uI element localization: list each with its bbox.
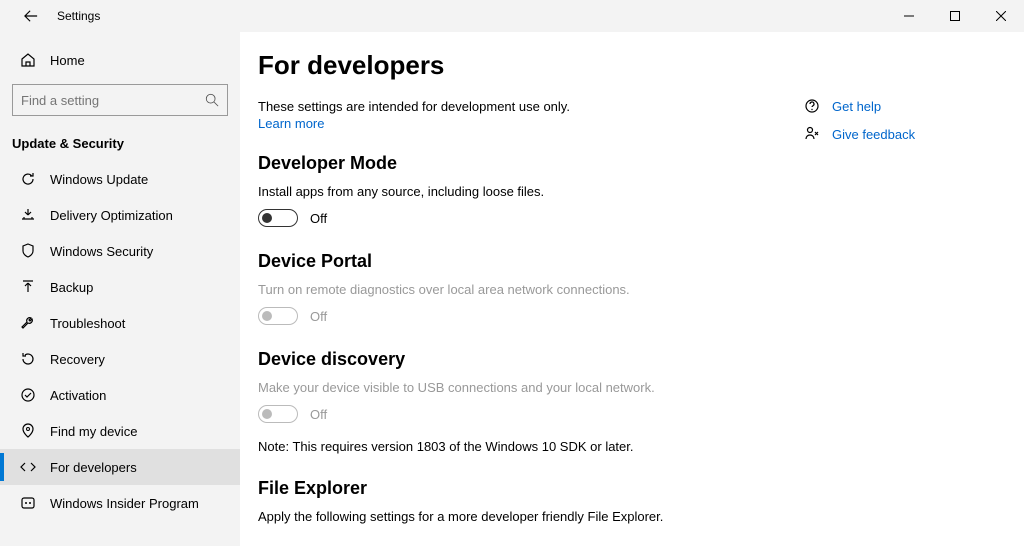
maximize-button[interactable]: [932, 0, 978, 32]
recovery-icon: [20, 351, 36, 367]
learn-more-link[interactable]: Learn more: [258, 116, 324, 131]
give-feedback-link[interactable]: Give feedback: [804, 126, 984, 142]
close-icon: [996, 11, 1006, 21]
help-panel: Get help Give feedback: [804, 98, 984, 154]
sidebar-item-delivery-optimization[interactable]: Delivery Optimization: [0, 197, 240, 233]
sidebar-item-label: For developers: [50, 460, 137, 475]
section-desc-developer-mode: Install apps from any source, including …: [258, 184, 984, 199]
sidebar-item-label: Delivery Optimization: [50, 208, 173, 223]
get-help-label: Get help: [832, 99, 881, 114]
backup-icon: [20, 279, 36, 295]
section-desc-file-explorer: Apply the following settings for a more …: [258, 509, 984, 524]
window-title: Settings: [57, 9, 100, 23]
section-desc-device-portal: Turn on remote diagnostics over local ar…: [258, 282, 984, 297]
sidebar-item-label: Windows Update: [50, 172, 148, 187]
sidebar-item-activation[interactable]: Activation: [0, 377, 240, 413]
main-content: For developers These settings are intend…: [240, 32, 1024, 546]
sync-icon: [20, 171, 36, 187]
back-button[interactable]: [21, 6, 41, 26]
minimize-button[interactable]: [886, 0, 932, 32]
section-title-file-explorer: File Explorer: [258, 478, 984, 499]
sidebar-group-header: Update & Security: [0, 130, 240, 161]
sidebar-item-label: Backup: [50, 280, 93, 295]
delivery-icon: [20, 207, 36, 223]
discovery-note: Note: This requires version 1803 of the …: [258, 439, 984, 454]
section-desc-device-discovery: Make your device visible to USB connecti…: [258, 380, 984, 395]
maximize-icon: [950, 11, 960, 21]
sidebar-item-label: Windows Insider Program: [50, 496, 199, 511]
arrow-left-icon: [24, 9, 38, 23]
toggle-state-developer-mode: Off: [310, 211, 327, 226]
toggle-device-discovery[interactable]: [258, 405, 298, 423]
sidebar: Home Update & Security Windows Update De…: [0, 32, 240, 546]
location-icon: [20, 423, 36, 439]
check-circle-icon: [20, 387, 36, 403]
title-bar: Settings: [0, 0, 1024, 32]
sidebar-item-windows-security[interactable]: Windows Security: [0, 233, 240, 269]
code-icon: [20, 459, 36, 475]
toggle-developer-mode[interactable]: [258, 209, 298, 227]
sidebar-item-for-developers[interactable]: For developers: [0, 449, 240, 485]
page-title: For developers: [258, 50, 984, 81]
home-icon: [20, 52, 36, 68]
toggle-state-device-portal: Off: [310, 309, 327, 324]
window-controls: [886, 0, 1024, 32]
sidebar-item-label: Find my device: [50, 424, 137, 439]
search-icon: [205, 93, 219, 107]
feedback-icon: [804, 126, 820, 142]
search-input[interactable]: [21, 93, 205, 108]
minimize-icon: [904, 11, 914, 21]
get-help-link[interactable]: Get help: [804, 98, 984, 114]
sidebar-item-backup[interactable]: Backup: [0, 269, 240, 305]
sidebar-item-windows-update[interactable]: Windows Update: [0, 161, 240, 197]
toggle-device-portal[interactable]: [258, 307, 298, 325]
give-feedback-label: Give feedback: [832, 127, 915, 142]
sidebar-item-windows-insider[interactable]: Windows Insider Program: [0, 485, 240, 521]
sidebar-item-troubleshoot[interactable]: Troubleshoot: [0, 305, 240, 341]
section-title-device-discovery: Device discovery: [258, 349, 984, 370]
wrench-icon: [20, 315, 36, 331]
insider-icon: [20, 495, 36, 511]
close-button[interactable]: [978, 0, 1024, 32]
help-icon: [804, 98, 820, 114]
sidebar-home-label: Home: [50, 53, 85, 68]
sidebar-item-label: Activation: [50, 388, 106, 403]
sidebar-item-label: Windows Security: [50, 244, 153, 259]
sidebar-item-recovery[interactable]: Recovery: [0, 341, 240, 377]
sidebar-item-find-my-device[interactable]: Find my device: [0, 413, 240, 449]
sidebar-home[interactable]: Home: [0, 44, 240, 76]
search-box[interactable]: [12, 84, 228, 116]
section-title-device-portal: Device Portal: [258, 251, 984, 272]
sidebar-item-label: Troubleshoot: [50, 316, 125, 331]
toggle-state-device-discovery: Off: [310, 407, 327, 422]
shield-icon: [20, 243, 36, 259]
sidebar-item-label: Recovery: [50, 352, 105, 367]
section-title-developer-mode: Developer Mode: [258, 153, 984, 174]
